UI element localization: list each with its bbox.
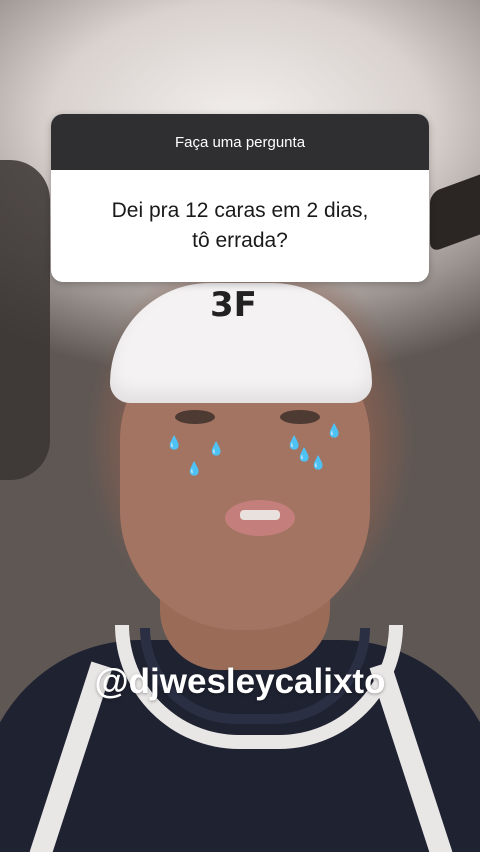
right-eye: [280, 410, 320, 424]
tear-drop-icon: 💧: [310, 455, 327, 470]
teeth: [240, 510, 280, 520]
tear-drop-icon: 💧: [186, 461, 203, 476]
question-sticker[interactable]: Faça uma pergunta Dei pra 12 caras em 2 …: [51, 114, 429, 282]
question-text-line-1: Dei pra 12 caras em 2 dias,: [111, 199, 369, 222]
left-eye: [175, 410, 215, 424]
tear-drop-icon: 💧: [208, 441, 225, 456]
mention-sticker[interactable]: @djwesleycalixto: [0, 662, 480, 702]
cap-logo: 3F: [210, 285, 257, 325]
question-sticker-body: Dei pra 12 caras em 2 dias, tô errada?: [51, 170, 429, 282]
car-interior-background: [430, 167, 480, 253]
story-canvas: 3F 💧 💧 💧 💧 💧 💧 💧 Faça uma pergunta Dei p…: [0, 0, 480, 852]
question-text-line-2: tô errada?: [192, 229, 288, 252]
tear-drop-icon: 💧: [326, 423, 343, 438]
tear-drop-icon: 💧: [166, 435, 183, 450]
car-seat-background: [0, 160, 50, 480]
question-sticker-header: Faça uma pergunta: [51, 114, 429, 170]
